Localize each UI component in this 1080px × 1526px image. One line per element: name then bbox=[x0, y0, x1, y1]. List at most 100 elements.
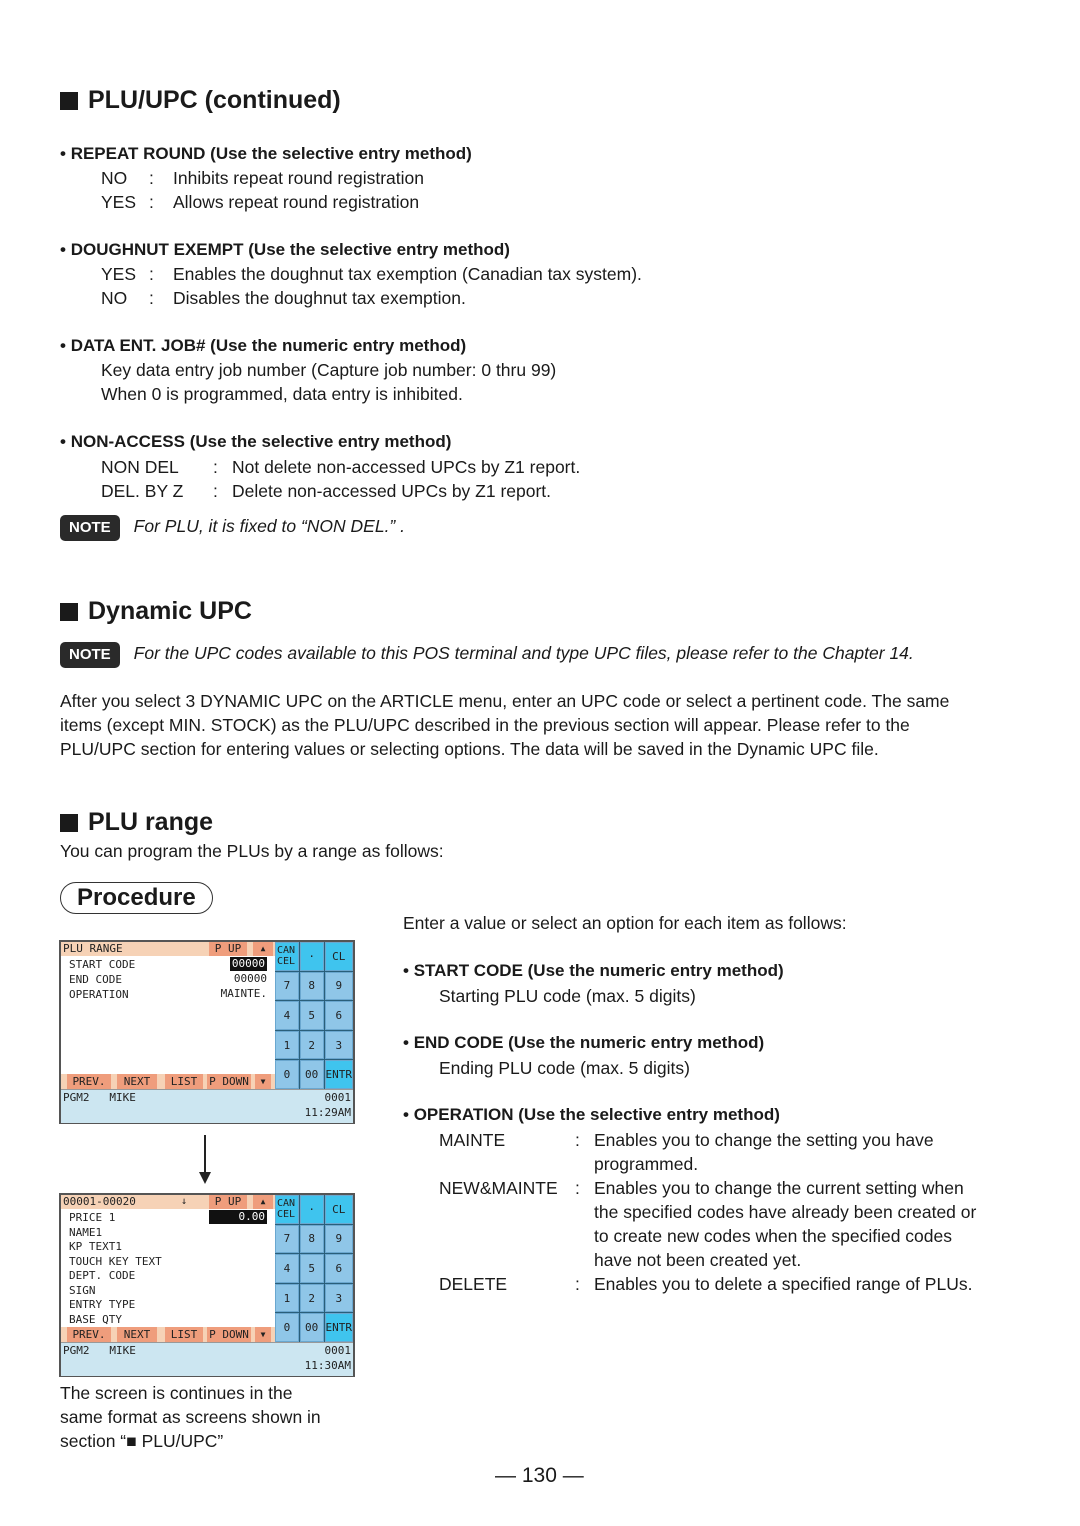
option-row: DEL. BY Z: Delete non-accessed UPCs by Z1… bbox=[101, 481, 552, 501]
key-1[interactable]: 1 bbox=[275, 1283, 299, 1313]
option-key: NO bbox=[101, 288, 128, 308]
key-5[interactable]: 5 bbox=[299, 1001, 324, 1030]
option-row: MAINTE : Enables you to change the setti… bbox=[439, 1130, 934, 1174]
key-4[interactable]: 4 bbox=[275, 1254, 299, 1283]
screen-row-sign[interactable]: SIGN bbox=[69, 1283, 96, 1298]
screen-row-end-code[interactable]: END CODE bbox=[69, 972, 122, 987]
decimal-key[interactable]: · bbox=[299, 1195, 324, 1224]
scroll-down-button[interactable]: ▼ bbox=[255, 1327, 271, 1342]
caption-line: same format as screens shown in bbox=[60, 1407, 321, 1427]
screen-row-touch-key-text[interactable]: TOUCH KEY TEXT bbox=[69, 1254, 162, 1269]
screen-row-name1[interactable]: NAME1 bbox=[69, 1225, 102, 1240]
key-2[interactable]: 2 bbox=[299, 1030, 324, 1060]
section-title-text: PLU range bbox=[88, 808, 214, 836]
scroll-up-button[interactable]: ▲ bbox=[253, 1195, 273, 1209]
start-code-value[interactable]: 00000 bbox=[229, 957, 267, 971]
key-0[interactable]: 0 bbox=[275, 1060, 299, 1089]
page-down-button[interactable]: P DOWN bbox=[207, 1327, 251, 1342]
key-9[interactable]: 9 bbox=[324, 971, 353, 1001]
key-7[interactable]: 7 bbox=[275, 1224, 299, 1254]
key-label: CAN bbox=[277, 1198, 296, 1210]
end-code-value[interactable]: 00000 bbox=[234, 972, 267, 986]
option-desc: Delete non-accessed UPCs by Z1 report. bbox=[232, 481, 552, 501]
key-8[interactable]: 8 bbox=[299, 971, 324, 1001]
option-desc: Inhibits repeat round registration bbox=[173, 168, 424, 188]
dynamic-upc-note: NOTE For the UPC codes available to this … bbox=[60, 641, 914, 668]
key-00[interactable]: 00 bbox=[299, 1060, 324, 1089]
clear-key[interactable]: CL bbox=[324, 942, 353, 971]
start-code-heading: • START CODE (Use the numeric entry meth… bbox=[403, 961, 784, 980]
key-1[interactable]: 1 bbox=[275, 1030, 299, 1060]
desc-line: have not been created yet. bbox=[594, 1250, 802, 1270]
scroll-down-button[interactable]: ▼ bbox=[255, 1074, 271, 1089]
key-2[interactable]: 2 bbox=[299, 1283, 324, 1313]
operation-options: MAINTE : Enables you to change the setti… bbox=[439, 1128, 1029, 1296]
desc-line: the specified codes have already been cr… bbox=[594, 1202, 977, 1222]
key-4[interactable]: 4 bbox=[275, 1001, 299, 1030]
option-row: YES: Allows repeat round registration bbox=[101, 192, 420, 212]
start-code-desc: Starting PLU code (max. 5 digits) bbox=[439, 986, 696, 1006]
screen-row-base-qty[interactable]: BASE QTY bbox=[69, 1312, 122, 1327]
key-3[interactable]: 3 bbox=[324, 1030, 353, 1060]
page-down-button[interactable]: P DOWN bbox=[207, 1074, 251, 1089]
key-0[interactable]: 0 bbox=[275, 1313, 299, 1342]
key-00[interactable]: 00 bbox=[299, 1313, 324, 1342]
pos-screen-plu-range: PLU RANGE P UP ▲ START CODE 00000 END CO… bbox=[59, 940, 355, 1124]
prev-button[interactable]: PREV. bbox=[67, 1074, 111, 1089]
page-up-button[interactable]: P UP bbox=[209, 1195, 247, 1209]
note-badge: NOTE bbox=[60, 642, 120, 668]
enter-key[interactable]: ENTR bbox=[324, 1060, 353, 1089]
paragraph-line: PLU/UPC section for entering values or s… bbox=[60, 739, 879, 759]
cancel-key[interactable]: CAN CEL bbox=[275, 1195, 299, 1224]
mode-clerk: PGM2 MIKE bbox=[63, 1091, 136, 1104]
screen-row-entry-type[interactable]: ENTRY TYPE bbox=[69, 1297, 135, 1312]
clear-key[interactable]: CL bbox=[324, 1195, 353, 1224]
screen-row-dept-code[interactable]: DEPT. CODE bbox=[69, 1268, 135, 1283]
square-bullet-icon bbox=[60, 602, 78, 621]
option-desc: Not delete non-accessed UPCs by Z1 repor… bbox=[232, 457, 581, 477]
page-number: — 130 — bbox=[495, 1464, 584, 1487]
machine-number: 0001 bbox=[324, 1091, 352, 1104]
option-desc: Enables the doughnut tax exemption (Cana… bbox=[173, 264, 642, 284]
end-code-desc: Ending PLU code (max. 5 digits) bbox=[439, 1058, 690, 1078]
price1-value[interactable]: 0.00 bbox=[209, 1210, 267, 1224]
keypad: CAN CEL · CL 7 8 9 4 5 6 1 2 3 0 00 ENTR bbox=[275, 1195, 353, 1342]
caption-line: The screen is continues in the bbox=[60, 1383, 293, 1403]
option-row: NEW&MAINTE : Enables you to change the c… bbox=[439, 1178, 977, 1270]
list-button[interactable]: LIST bbox=[165, 1327, 203, 1342]
key-6[interactable]: 6 bbox=[324, 1001, 353, 1030]
enter-key[interactable]: ENTR bbox=[324, 1313, 353, 1342]
option-key: NO bbox=[101, 168, 128, 188]
decimal-key[interactable]: · bbox=[299, 942, 324, 971]
repeat-round-options: NO: Inhibits repeat round registration YE… bbox=[101, 166, 424, 214]
desc-line: programmed. bbox=[594, 1154, 699, 1174]
cancel-key[interactable]: CAN CEL bbox=[275, 942, 299, 971]
operation-value[interactable]: MAINTE. bbox=[221, 987, 267, 1001]
screen-row-kp-text1[interactable]: KP TEXT1 bbox=[69, 1239, 122, 1254]
key-7[interactable]: 7 bbox=[275, 971, 299, 1001]
prev-button[interactable]: PREV. bbox=[67, 1327, 111, 1342]
option-key: NEW&MAINTE bbox=[439, 1178, 558, 1198]
page-up-button[interactable]: P UP bbox=[209, 942, 247, 956]
non-access-heading: • NON-ACCESS (Use the selective entry me… bbox=[60, 432, 452, 451]
note-text: For PLU, it is fixed to “NON DEL.” . bbox=[133, 516, 405, 536]
key-3[interactable]: 3 bbox=[324, 1283, 353, 1313]
key-6[interactable]: 6 bbox=[324, 1254, 353, 1283]
screen-row-operation[interactable]: OPERATION bbox=[69, 987, 129, 1002]
next-button[interactable]: NEXT bbox=[117, 1327, 157, 1342]
key-9[interactable]: 9 bbox=[324, 1224, 353, 1254]
list-button[interactable]: LIST bbox=[165, 1074, 203, 1089]
doughnut-exempt-heading: • DOUGHNUT EXEMPT (Use the selective ent… bbox=[60, 240, 510, 259]
non-access-options: NON DEL: Not delete non-accessed UPCs by … bbox=[101, 455, 580, 503]
heading-text: NON-ACCESS (Use the selective entry meth… bbox=[70, 432, 452, 451]
next-button[interactable]: NEXT bbox=[117, 1074, 157, 1089]
section-title-text: Dynamic UPC bbox=[88, 597, 252, 625]
scroll-up-button[interactable]: ▲ bbox=[253, 942, 273, 956]
plu-range-intro: You can program the PLUs by a range as f… bbox=[60, 841, 444, 861]
heading-text: END CODE (Use the numeric entry method) bbox=[413, 1033, 765, 1052]
section-title-plu-upc: PLU/UPC (continued) bbox=[60, 86, 341, 115]
key-5[interactable]: 5 bbox=[299, 1254, 324, 1283]
key-8[interactable]: 8 bbox=[299, 1224, 324, 1254]
screen-row-start-code[interactable]: START CODE bbox=[69, 957, 135, 972]
screen-row-price1[interactable]: PRICE 1 bbox=[69, 1210, 115, 1225]
